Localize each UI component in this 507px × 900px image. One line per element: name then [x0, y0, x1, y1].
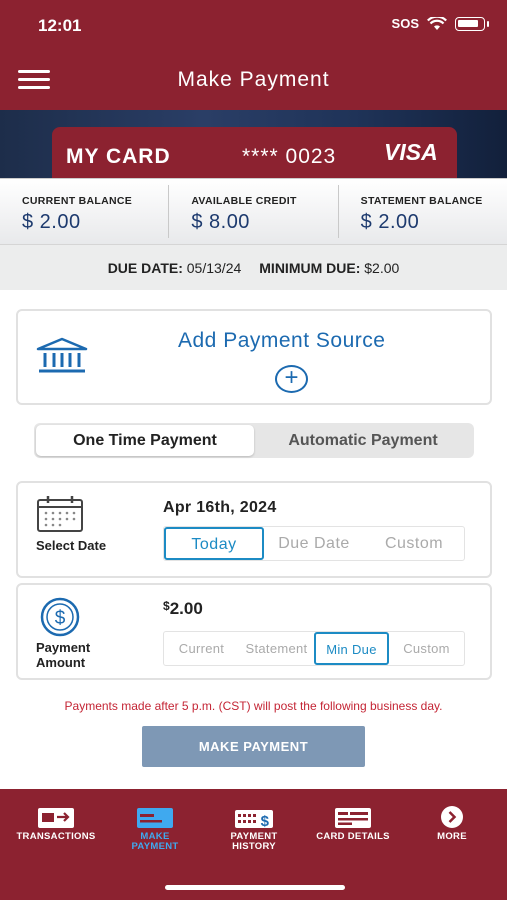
add-payment-source-label: Add Payment Source — [178, 329, 386, 352]
tab-payment-history[interactable]: $ PAYMENT HISTORY — [204, 803, 304, 852]
posting-notice: Payments made after 5 p.m. (CST) will po… — [64, 699, 443, 713]
one-time-payment-tab[interactable]: One Time Payment — [36, 425, 254, 456]
date-option-due-date[interactable]: Due Date — [264, 527, 364, 560]
app-header: 12:01 SOS Make Payment — [0, 0, 507, 110]
balance-summary: CURRENT BALANCE $ 2.00 AVAILABLE CREDIT … — [0, 178, 507, 244]
wifi-icon — [427, 16, 447, 30]
balance-label: AVAILABLE CREDIT — [191, 195, 297, 207]
current-balance: CURRENT BALANCE $ 2.00 — [0, 185, 170, 238]
available-credit: AVAILABLE CREDIT $ 8.00 — [169, 185, 339, 238]
date-option-today[interactable]: Today — [164, 527, 264, 560]
balance-label: STATEMENT BALANCE — [360, 195, 483, 207]
amount-option-custom[interactable]: Custom — [389, 632, 464, 665]
transactions-icon — [38, 808, 74, 828]
card-name: MY CARD — [66, 145, 171, 168]
bottom-tab-bar: TRANSACTIONS MAKE PAYMENT $ PAYMENT HISTOR… — [0, 789, 507, 900]
select-date-label: Select Date — [36, 538, 107, 553]
dollar-circle-icon: $ — [40, 597, 80, 637]
credit-card: MY CARD **** 0023 VISA — [52, 127, 457, 178]
home-indicator — [165, 885, 345, 890]
card-banner: MY CARD **** 0023 VISA — [0, 110, 507, 178]
balance-value: $ 8.00 — [191, 211, 250, 233]
selected-date: Apr 16th, 2024 — [163, 499, 277, 516]
plus-circle-icon[interactable]: + — [275, 365, 308, 393]
minimum-due: MINIMUM DUE: $2.00 — [259, 259, 400, 276]
payment-amount-value: $2.00 — [163, 599, 203, 618]
make-payment-icon — [137, 808, 173, 828]
amount-options: Current Statement Min Due Custom — [163, 631, 465, 666]
due-info-bar: DUE DATE: 05/13/24 MINIMUM DUE: $2.00 — [0, 244, 507, 290]
amount-option-statement[interactable]: Statement — [239, 632, 314, 665]
calendar-icon — [37, 496, 83, 532]
visa-logo: VISA — [384, 139, 438, 165]
balance-value: $ 2.00 — [22, 211, 81, 233]
payment-type-toggle: One Time Payment Automatic Payment — [34, 423, 474, 458]
automatic-payment-tab[interactable]: Automatic Payment — [254, 425, 472, 456]
statement-balance: STATEMENT BALANCE $ 2.00 — [339, 185, 507, 238]
card-number: **** 0023 — [242, 145, 337, 168]
tab-card-details[interactable]: CARD DETAILS — [303, 803, 403, 842]
more-icon — [441, 806, 463, 828]
page-title: Make Payment — [177, 68, 330, 91]
payment-amount-section: $ Payment Amount $2.00 Current Statement … — [16, 583, 492, 680]
svg-text:$: $ — [261, 813, 270, 829]
svg-text:$: $ — [55, 608, 66, 629]
status-time: 12:01 — [38, 16, 82, 35]
bank-icon — [36, 337, 88, 373]
battery-icon — [455, 16, 485, 31]
payment-history-icon: $ — [235, 810, 273, 829]
balance-label: CURRENT BALANCE — [22, 195, 133, 207]
card-details-icon — [335, 808, 371, 828]
tab-more[interactable]: MORE — [402, 803, 502, 842]
payment-amount-label: Payment Amount — [36, 640, 91, 670]
date-options: Today Due Date Custom — [163, 526, 465, 561]
tab-make-payment[interactable]: MAKE PAYMENT — [105, 803, 205, 852]
select-date-section: Select Date Apr 16th, 2024 Today Due Dat… — [16, 481, 492, 578]
status-bar-right: SOS — [392, 16, 489, 31]
amount-option-min-due[interactable]: Min Due — [314, 632, 389, 665]
make-payment-button[interactable]: MAKE PAYMENT — [142, 726, 365, 767]
sos-indicator: SOS — [391, 16, 419, 31]
amount-option-current[interactable]: Current — [164, 632, 239, 665]
balance-value: $ 2.00 — [360, 211, 420, 233]
add-payment-source-button[interactable]: Add Payment Source + — [16, 309, 492, 405]
due-date: DUE DATE: 05/13/24 — [107, 259, 242, 276]
date-option-custom[interactable]: Custom — [364, 527, 464, 560]
tab-transactions[interactable]: TRANSACTIONS — [6, 803, 106, 842]
